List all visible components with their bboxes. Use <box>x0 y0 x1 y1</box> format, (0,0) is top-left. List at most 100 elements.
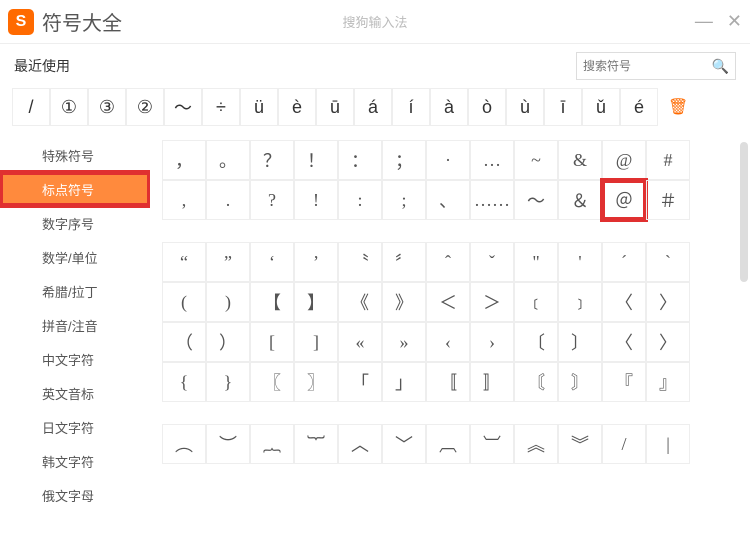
symbol-cell[interactable]: 」 <box>382 362 426 402</box>
recent-symbol-9[interactable]: á <box>354 88 392 126</box>
symbol-cell[interactable]: ︺ <box>470 424 514 464</box>
recent-symbol-6[interactable]: ü <box>240 88 278 126</box>
symbol-cell[interactable]: ︸ <box>294 424 338 464</box>
recent-symbol-8[interactable]: ū <box>316 88 354 126</box>
recent-symbol-11[interactable]: à <box>430 88 468 126</box>
symbol-cell[interactable]: ‘ <box>250 242 294 282</box>
symbol-cell[interactable]: ˋ <box>646 242 690 282</box>
sidebar-item-5[interactable]: 拼音/注音 <box>0 308 150 342</box>
symbol-cell[interactable]: 〞 <box>382 242 426 282</box>
sidebar-item-10[interactable]: 俄文字母 <box>0 478 150 512</box>
symbol-cell[interactable]: · <box>426 140 470 180</box>
symbol-cell[interactable]: ︵ <box>162 424 206 464</box>
symbol-cell[interactable]: ︹ <box>426 424 470 464</box>
symbol-cell[interactable]: ( <box>162 282 206 322</box>
symbol-cell[interactable]: ; <box>382 180 426 220</box>
recent-symbol-13[interactable]: ù <box>506 88 544 126</box>
sidebar-item-4[interactable]: 希腊/拉丁 <box>0 274 150 308</box>
symbol-cell[interactable]: 『 <box>602 362 646 402</box>
symbol-cell[interactable]: ︽ <box>514 424 558 464</box>
symbol-cell[interactable]: ” <box>206 242 250 282</box>
symbol-cell[interactable]: ˇ <box>470 242 514 282</box>
symbol-cell[interactable]: : <box>338 180 382 220</box>
symbol-cell[interactable]: ~ <box>514 140 558 180</box>
symbol-cell[interactable]: 【 <box>250 282 294 322</box>
sidebar-item-0[interactable]: 特殊符号 <box>0 138 150 172</box>
symbol-cell[interactable]: . <box>206 180 250 220</box>
symbol-cell[interactable]: & <box>558 140 602 180</box>
symbol-cell[interactable]: …… <box>470 180 514 220</box>
recent-symbol-14[interactable]: ī <box>544 88 582 126</box>
symbol-cell[interactable]: { <box>162 362 206 402</box>
symbol-cell[interactable]: ＃ <box>646 180 690 220</box>
symbol-cell[interactable]: ： <box>338 140 382 180</box>
symbol-cell[interactable]: ﹞ <box>558 282 602 322</box>
symbol-cell[interactable]: 〚 <box>426 362 470 402</box>
trash-icon[interactable]: 🗑 <box>668 97 688 117</box>
symbol-cell[interactable]: 〈 <box>602 322 646 362</box>
symbol-cell[interactable]: # <box>646 140 690 180</box>
sidebar-item-1[interactable]: 标点符号 <box>0 172 150 206</box>
symbol-cell[interactable]: 「 <box>338 362 382 402</box>
sidebar-item-2[interactable]: 数字序号 <box>0 206 150 240</box>
symbol-cell[interactable]: 〘 <box>514 362 558 402</box>
recent-symbol-3[interactable]: ② <box>126 88 164 126</box>
symbol-cell[interactable]: ‹ <box>426 322 470 362</box>
symbol-cell[interactable]: ︶ <box>206 424 250 464</box>
close-icon[interactable]: ✕ <box>727 11 742 32</box>
recent-symbol-2[interactable]: ③ <box>88 88 126 126</box>
symbol-cell[interactable]: ︿ <box>338 424 382 464</box>
symbol-cell[interactable]: 】 <box>294 282 338 322</box>
symbol-cell[interactable]: 〗 <box>294 362 338 402</box>
symbol-cell[interactable]: | <box>646 424 690 464</box>
sidebar-item-8[interactable]: 日文字符 <box>0 410 150 444</box>
scrollbar-thumb[interactable] <box>740 142 748 282</box>
symbol-cell[interactable]: 〝 <box>338 242 382 282</box>
symbol-cell[interactable]: 』 <box>646 362 690 402</box>
symbol-cell[interactable]: ˆ <box>426 242 470 282</box>
symbol-cell[interactable]: @ <box>602 140 646 180</box>
symbol-cell[interactable]: ︷ <box>250 424 294 464</box>
symbol-cell[interactable]: 〙 <box>558 362 602 402</box>
symbol-cell[interactable]: 〛 <box>470 362 514 402</box>
symbol-cell[interactable]: ] <box>294 322 338 362</box>
symbol-cell[interactable]: ´ <box>602 242 646 282</box>
symbol-cell[interactable]: [ <box>250 322 294 362</box>
symbol-cell[interactable]: ＞ <box>470 282 514 322</box>
symbol-cell[interactable]: ! <box>294 180 338 220</box>
symbol-cell[interactable]: ﹀ <box>382 424 426 464</box>
symbol-cell[interactable]: 〖 <box>250 362 294 402</box>
recent-symbol-0[interactable]: / <box>12 88 50 126</box>
symbol-cell[interactable]: ， <box>162 140 206 180</box>
symbol-cell[interactable]: » <box>382 322 426 362</box>
sidebar-item-7[interactable]: 英文音标 <box>0 376 150 410</box>
symbol-cell[interactable]: ’ <box>294 242 338 282</box>
symbol-cell[interactable]: 〈 <box>602 282 646 322</box>
symbol-cell[interactable]: › <box>470 322 514 362</box>
symbol-cell[interactable]: " <box>514 242 558 282</box>
symbol-cell[interactable]: “ <box>162 242 206 282</box>
symbol-cell[interactable]: « <box>338 322 382 362</box>
symbol-cell[interactable]: ＜ <box>426 282 470 322</box>
search-icon[interactable]: 🔍 <box>712 58 729 75</box>
symbol-cell[interactable]: 〉 <box>646 282 690 322</box>
symbol-cell[interactable]: } <box>206 362 250 402</box>
symbol-cell[interactable]: 》 <box>382 282 426 322</box>
symbol-cell[interactable]: … <box>470 140 514 180</box>
minimize-icon[interactable]: ― <box>695 11 713 32</box>
recent-symbol-12[interactable]: ò <box>468 88 506 126</box>
recent-symbol-5[interactable]: ÷ <box>202 88 240 126</box>
recent-symbol-4[interactable]: ～ <box>164 88 202 126</box>
recent-symbol-1[interactable]: ① <box>50 88 88 126</box>
symbol-cell[interactable]: 〕 <box>558 322 602 362</box>
symbol-cell[interactable]: 〉 <box>646 322 690 362</box>
sidebar-item-3[interactable]: 数学/单位 <box>0 240 150 274</box>
recent-symbol-7[interactable]: è <box>278 88 316 126</box>
symbol-cell[interactable]: ︾ <box>558 424 602 464</box>
symbol-cell[interactable]: ！ <box>294 140 338 180</box>
recent-symbol-15[interactable]: ǔ <box>582 88 620 126</box>
symbol-cell[interactable]: ～ <box>514 180 558 220</box>
symbol-cell[interactable]: ) <box>206 282 250 322</box>
search-box[interactable]: 🔍 <box>576 52 736 80</box>
symbol-cell[interactable]: ？ <box>250 140 294 180</box>
